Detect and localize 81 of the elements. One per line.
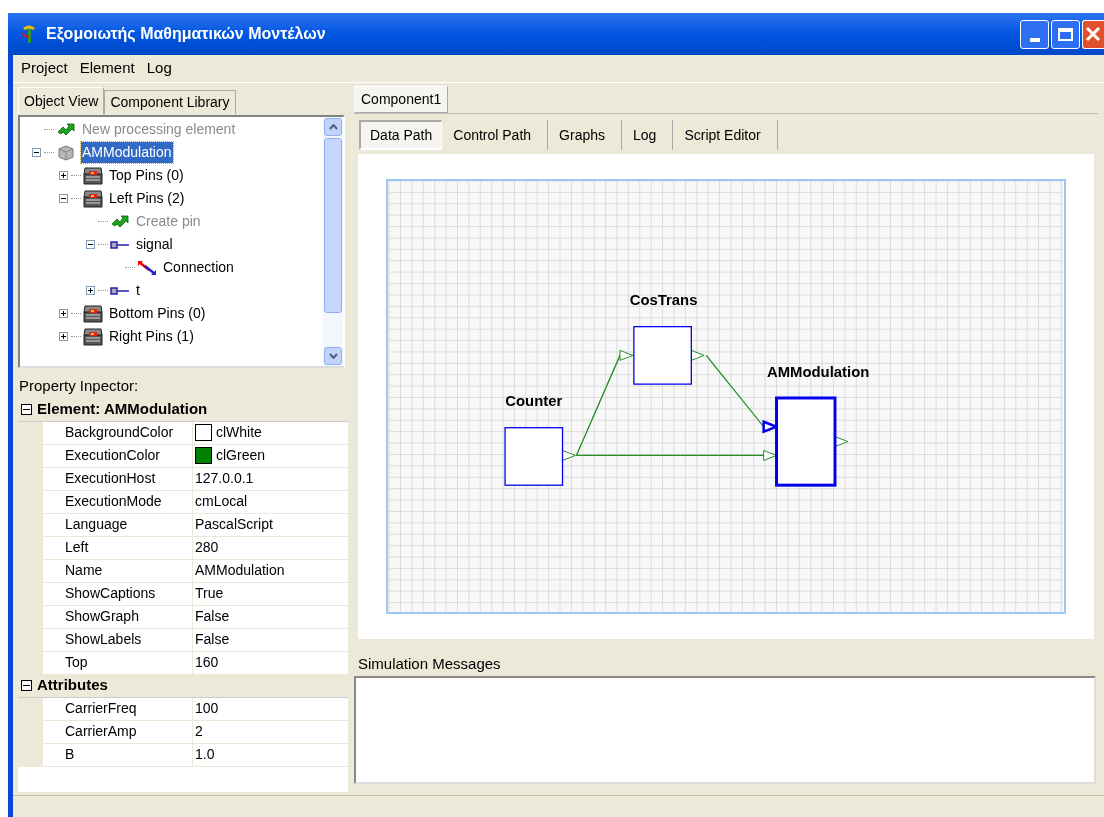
property-name: ExecutionHost xyxy=(43,467,193,491)
property-name: CarrierAmp xyxy=(43,720,193,744)
tab[interactable]: Component Library xyxy=(104,90,236,114)
chest-icon xyxy=(82,165,104,186)
tab[interactable]: Data Path xyxy=(359,120,443,150)
tree-item[interactable]: signal xyxy=(135,234,174,255)
menu-item[interactable]: Element xyxy=(75,57,139,80)
property-name: ExecutionColor xyxy=(43,444,193,468)
collapse-toggle[interactable] xyxy=(86,240,95,249)
output-port xyxy=(562,450,576,461)
collapse-toggle[interactable] xyxy=(21,404,32,415)
close-button[interactable] xyxy=(1082,19,1104,49)
tree-item[interactable]: Create pin xyxy=(135,211,202,232)
property-name: Language xyxy=(43,513,193,537)
close-icon xyxy=(1085,26,1101,42)
scroll-down-icon[interactable] xyxy=(328,353,338,359)
expand-toggle[interactable] xyxy=(59,309,68,318)
scrollbar[interactable] xyxy=(323,117,343,366)
cube-icon xyxy=(58,144,74,161)
tree-item[interactable]: Bottom Pins (0) xyxy=(108,303,207,324)
scroll-up-icon[interactable] xyxy=(328,124,338,130)
property-name: ShowCaptions xyxy=(43,582,193,606)
tab[interactable]: Object View xyxy=(18,87,105,114)
add-arrow-icon xyxy=(57,122,75,137)
connection-arrow-icon xyxy=(137,259,157,276)
input-port xyxy=(619,349,634,361)
tree-item[interactable]: New processing element xyxy=(81,119,237,140)
node-label: AMModulation xyxy=(766,364,870,381)
tree-item[interactable]: AMModulation xyxy=(81,142,173,163)
expand-toggle[interactable] xyxy=(86,286,95,295)
expand-toggle[interactable] xyxy=(59,171,68,180)
property-name: Left xyxy=(43,536,193,560)
property-name: ExecutionMode xyxy=(43,490,193,514)
pin-icon xyxy=(110,285,130,296)
minimize-button[interactable] xyxy=(1020,19,1049,49)
menu-item[interactable]: Log xyxy=(142,57,176,80)
collapse-toggle[interactable] xyxy=(21,680,32,691)
property-value[interactable]: False xyxy=(195,606,230,627)
property-value[interactable]: 280 xyxy=(195,537,219,558)
collapse-toggle[interactable] xyxy=(59,194,68,203)
property-name: Name xyxy=(43,559,193,583)
property-name: CarrierFreq xyxy=(43,697,193,721)
section-header: Attributes xyxy=(37,675,108,696)
add-arrow-icon xyxy=(111,214,129,229)
input-port xyxy=(763,450,778,461)
panel-title: Property Inpector: xyxy=(18,376,140,396)
collapse-toggle[interactable] xyxy=(32,148,41,157)
property-value[interactable]: 160 xyxy=(195,652,219,673)
node-label: CosTrans xyxy=(629,291,698,308)
node-box[interactable] xyxy=(504,427,564,486)
tree-item[interactable]: Left Pins (2) xyxy=(108,188,186,209)
menu-item[interactable]: Project xyxy=(17,57,72,80)
property-name: ShowLabels xyxy=(43,628,193,652)
property-name: ShowGraph xyxy=(43,605,193,629)
chest-icon xyxy=(82,188,104,209)
property-value[interactable]: 1.0 xyxy=(195,744,215,765)
tree-item[interactable]: Right Pins (1) xyxy=(108,326,195,347)
node-box[interactable] xyxy=(775,396,837,487)
pin-icon xyxy=(110,239,130,250)
expand-toggle[interactable] xyxy=(59,332,68,341)
node-label: Counter xyxy=(505,392,563,409)
chest-icon xyxy=(82,326,104,347)
tree-item[interactable]: Connection xyxy=(162,257,235,278)
property-value[interactable]: True xyxy=(195,583,224,604)
property-name: Top xyxy=(43,651,193,675)
tree-item[interactable]: Top Pins (0) xyxy=(108,165,185,186)
property-name: BackgroundColor xyxy=(43,421,193,445)
chest-icon xyxy=(82,303,104,324)
output-port xyxy=(690,349,705,361)
panel-title: Simulation Messages xyxy=(357,654,502,674)
tab[interactable]: Component1 xyxy=(354,86,449,113)
property-name: B xyxy=(43,743,193,767)
property-value[interactable]: False xyxy=(195,629,230,650)
section-header: Element: AMModulation xyxy=(37,399,208,420)
maximize-button[interactable] xyxy=(1051,19,1080,49)
window-title: Εξομοιωτής Μαθηματικών Μοντέλων xyxy=(46,24,326,45)
tree-item[interactable]: t xyxy=(135,280,141,301)
app-logo-icon xyxy=(20,24,38,44)
property-value[interactable]: 2 xyxy=(195,721,203,742)
node-box[interactable] xyxy=(633,326,692,385)
property-value[interactable]: 100 xyxy=(195,698,219,719)
